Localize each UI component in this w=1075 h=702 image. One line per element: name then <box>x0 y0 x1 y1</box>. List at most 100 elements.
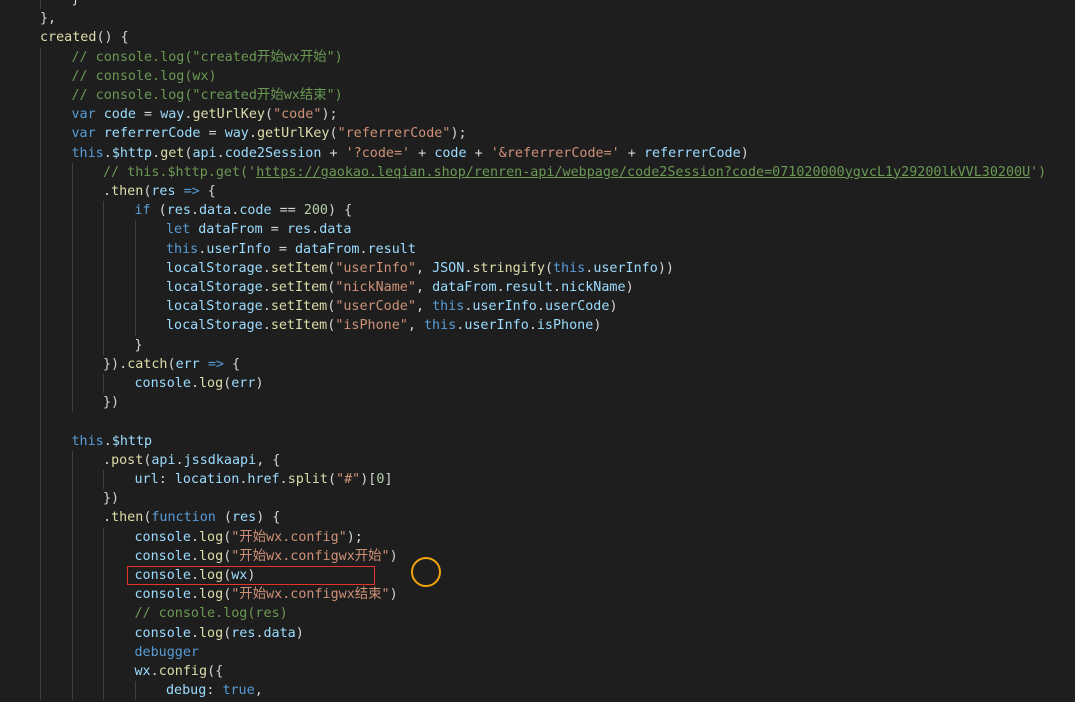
code-token: ({ <box>207 664 224 679</box>
code-line[interactable] <box>0 412 1075 432</box>
code-line[interactable]: var referrerCode = way.getUrlKey("referr… <box>0 124 1075 144</box>
code-token: // console.log(wx) <box>71 68 217 84</box>
code-token: console <box>134 529 191 545</box>
indent-guide <box>40 124 41 144</box>
code-token: . <box>190 587 199 603</box>
indent-guide <box>40 86 41 106</box>
code-token: . <box>216 145 225 161</box>
code-line[interactable]: }).catch(err => { <box>0 354 1075 374</box>
code-line[interactable]: if (res.data.code == 200) { <box>0 201 1075 221</box>
code-token: jssdkaapi <box>183 452 257 468</box>
code-token: . <box>553 280 562 295</box>
code-token: . <box>103 452 112 468</box>
indent-guide <box>103 662 104 682</box>
code-line[interactable]: .then(function (res) { <box>0 508 1075 528</box>
indent-guide <box>71 316 73 336</box>
code-line[interactable]: let dataFrom = res.data <box>0 220 1075 240</box>
code-token: ) { <box>256 510 281 526</box>
code-token: userInfo <box>472 299 537 315</box>
indent-guide <box>71 335 73 355</box>
code-line[interactable]: url: location.href.split("#")[0] <box>0 470 1075 490</box>
code-line[interactable]: // console.log(res) <box>0 604 1075 624</box>
code-line[interactable]: .then(res => { <box>0 182 1075 202</box>
code-token: then <box>111 510 144 526</box>
code-line[interactable]: localStorage.setItem("userCode", this.us… <box>0 297 1075 317</box>
code-line[interactable]: debug: true, <box>0 681 1075 701</box>
code-line[interactable]: debugger <box>0 642 1075 662</box>
indent-guide <box>134 258 136 278</box>
code-token: , <box>407 318 424 334</box>
indent-guide <box>71 508 73 528</box>
code-line[interactable]: var code = way.getUrlKey("code"); <box>0 105 1075 125</box>
code-line[interactable]: localStorage.setItem("userInfo", JSON.st… <box>0 258 1075 278</box>
code-line-content: localStorage.setItem("userCode", this.us… <box>166 297 618 316</box>
code-line[interactable]: console.log(err) <box>0 374 1075 394</box>
indent-guide <box>103 220 104 240</box>
code-line-content: debug: true, <box>166 681 263 700</box>
indent-guide <box>40 508 41 528</box>
code-token: ) <box>625 280 634 295</box>
code-token: . <box>255 625 264 641</box>
code-token: + <box>619 145 644 161</box>
code-line[interactable]: // console.log("created开始wx结束") <box>0 86 1075 106</box>
code-token: res <box>231 625 256 641</box>
code-token: . <box>528 318 537 334</box>
code-token: "isPhone" <box>335 318 408 334</box>
code-token: this <box>166 241 199 257</box>
code-line[interactable]: this.$http <box>0 431 1075 451</box>
code-line[interactable]: }, <box>0 9 1075 28</box>
code-editor[interactable]: }},created() {// console.log("created开始w… <box>0 0 1075 702</box>
indent-guide <box>103 316 104 336</box>
indent-guide <box>40 489 41 509</box>
code-token: . <box>536 299 545 315</box>
code-token: dataFrom <box>295 241 360 257</box>
code-line[interactable]: this.userInfo = dataFrom.result <box>0 239 1075 259</box>
code-token: // console.log("created开始wx开始") <box>71 49 343 65</box>
code-token: , <box>254 683 263 699</box>
code-line[interactable]: console.log("开始wx.config"); <box>0 527 1075 547</box>
indent-guide <box>71 566 73 586</box>
indent-guide <box>40 431 41 451</box>
code-line[interactable]: console.log("开始wx.configwx结束") <box>0 585 1075 605</box>
code-line[interactable]: // this.$http.get('https://gaokao.leqian… <box>0 162 1075 182</box>
code-line[interactable]: } <box>0 0 1075 10</box>
code-line[interactable]: } <box>0 335 1075 355</box>
code-line[interactable]: console.log(res.data) <box>0 623 1075 643</box>
indent-guide <box>103 585 104 605</box>
code-line[interactable]: // console.log("created开始wx开始") <box>0 47 1075 67</box>
code-line-content: // console.log(res) <box>135 604 288 623</box>
code-token: }) <box>103 491 120 507</box>
code-line[interactable]: created() { <box>0 28 1075 47</box>
code-token: ) <box>255 376 264 391</box>
indent-guide <box>71 470 73 490</box>
indent-guide <box>40 239 41 259</box>
indent-guide <box>40 450 41 470</box>
code-line-content: }) <box>103 489 119 508</box>
code-line[interactable]: localStorage.setItem("nickName", dataFro… <box>0 278 1075 298</box>
code-line-content: // console.log("created开始wx结束") <box>72 86 343 105</box>
indent-guide <box>134 297 136 317</box>
indent-guide <box>40 566 41 586</box>
code-line[interactable]: localStorage.setItem("isPhone", this.use… <box>0 316 1075 336</box>
indent-guide <box>134 681 136 701</box>
code-line[interactable]: .post(api.jssdkaapi, { <box>0 450 1075 470</box>
code-token: } <box>134 337 143 353</box>
code-line[interactable]: // console.log(wx) <box>0 66 1075 86</box>
code-token: ( <box>329 126 338 142</box>
code-token: + <box>321 145 346 161</box>
indent-guide <box>71 662 73 682</box>
code-token: . <box>103 433 112 449</box>
code-token: catch <box>127 356 168 372</box>
indent-guide <box>103 470 104 490</box>
indent-guide <box>71 585 73 605</box>
code-line-content: let dataFrom = res.data <box>166 220 351 239</box>
code-token: result <box>504 280 553 295</box>
code-line[interactable]: }) <box>0 489 1075 509</box>
code-line[interactable]: this.$http.get(api.code2Session + '?code… <box>0 143 1075 163</box>
code-line[interactable]: }) <box>0 393 1075 413</box>
code-line[interactable]: console.log("开始wx.configwx开始") <box>0 546 1075 566</box>
code-line[interactable]: wx.config({ <box>0 662 1075 682</box>
code-token: setItem <box>270 299 328 315</box>
code-token: href <box>247 472 280 487</box>
